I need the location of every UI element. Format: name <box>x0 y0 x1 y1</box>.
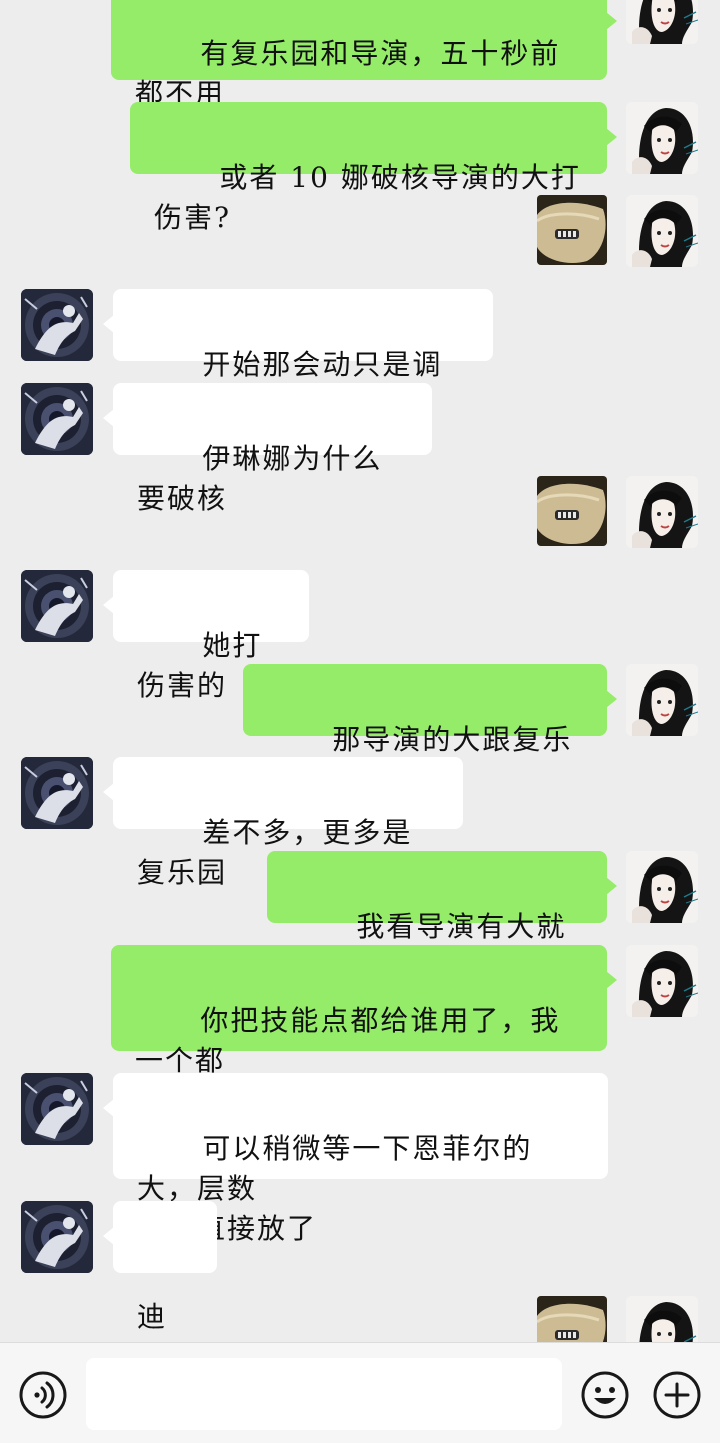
my-avatar[interactable] <box>626 945 698 1017</box>
incoming-message-bubble[interactable]: 她打伤害的 <box>103 570 309 702</box>
skull-face-sticker[interactable] <box>537 1296 607 1342</box>
contact-avatar[interactable] <box>21 757 93 829</box>
my-avatar[interactable] <box>626 195 698 267</box>
outgoing-message-bubble[interactable]: 有复乐园和导演，五十秒前都不用 10 娜破核吧? <box>111 0 617 150</box>
plus-icon[interactable] <box>652 1370 702 1420</box>
message-text: 迪蒙 <box>137 1300 168 1342</box>
my-avatar[interactable] <box>626 476 698 548</box>
outgoing-message-bubble[interactable]: 你把技能点都给谁用了，我一个都 没看清 <box>111 945 617 1117</box>
emoji-icon[interactable] <box>580 1370 630 1420</box>
message-text-input[interactable] <box>86 1358 562 1430</box>
contact-avatar[interactable] <box>21 1073 93 1145</box>
message-text: 伊琳娜为什么要破核 <box>137 442 383 515</box>
contact-avatar[interactable] <box>21 383 93 455</box>
message-input-bar <box>0 1342 720 1443</box>
incoming-message-bubble[interactable]: 迪蒙 <box>103 1201 217 1342</box>
my-avatar[interactable] <box>626 102 698 174</box>
skull-face-sticker[interactable] <box>537 195 607 265</box>
message-text: 或者 10 娜破核导演的大打伤害? <box>154 161 581 234</box>
contact-avatar[interactable] <box>21 1201 93 1273</box>
contact-avatar[interactable] <box>21 570 93 642</box>
incoming-message-bubble[interactable]: 开始那会动只是调整位置 <box>103 289 493 421</box>
outgoing-message-bubble[interactable]: 那导演的大跟复乐园破? <box>243 664 617 796</box>
skull-face-sticker[interactable] <box>537 476 607 546</box>
contact-avatar[interactable] <box>21 289 93 361</box>
my-avatar[interactable] <box>626 1296 698 1342</box>
voice-icon[interactable] <box>18 1370 68 1420</box>
my-avatar[interactable] <box>626 851 698 923</box>
outgoing-message-bubble[interactable]: 或者 10 娜破核导演的大打伤害? <box>130 102 617 234</box>
incoming-message-bubble[interactable]: 可以稍微等一下恩菲尔的大，层数 低我直接放了 <box>103 1073 608 1245</box>
incoming-message-bubble[interactable]: 伊琳娜为什么要破核 <box>103 383 432 515</box>
chat-message-list[interactable]: 有复乐园和导演，五十秒前都不用 10 娜破核吧? 或者 10 娜破核导演的大打伤… <box>0 0 720 1342</box>
my-avatar[interactable] <box>626 0 698 44</box>
outgoing-message-bubble[interactable]: 我看导演有大就放了？ <box>267 851 617 983</box>
my-avatar[interactable] <box>626 664 698 736</box>
incoming-message-bubble[interactable]: 差不多，更多是复乐园 <box>103 757 463 889</box>
